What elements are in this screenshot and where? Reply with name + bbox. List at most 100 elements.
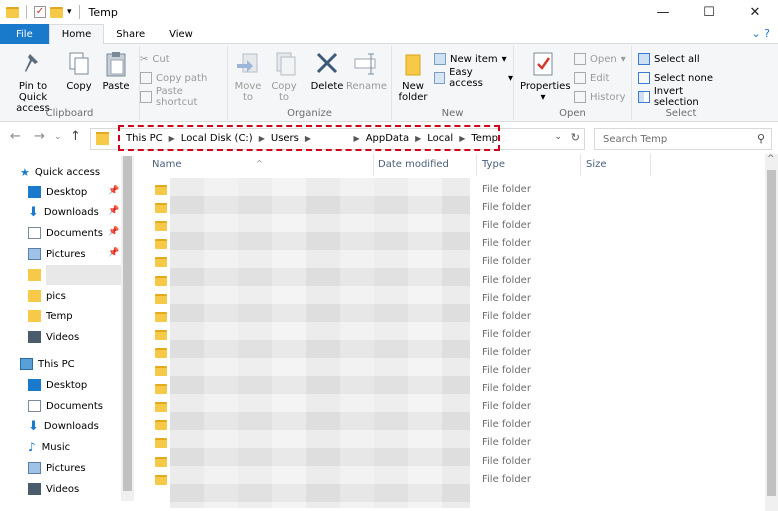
nav-redacted-folder[interactable] bbox=[28, 265, 134, 285]
nav-pc-downloads[interactable]: ⬇ Downloads bbox=[28, 416, 134, 436]
delete-button[interactable]: Delete bbox=[310, 50, 344, 92]
nav-scrollbar[interactable] bbox=[121, 156, 134, 501]
address-dropdown-icon[interactable]: ⌄ bbox=[554, 132, 562, 142]
crumb-arrow-icon[interactable]: ▶ bbox=[305, 134, 311, 143]
breadcrumb: This PC ▶ Local Disk (C:) ▶ Users ▶ ▶ AppDa… bbox=[118, 125, 500, 151]
tab-home[interactable]: Home bbox=[48, 24, 105, 45]
scroll-up-icon[interactable]: ^ bbox=[767, 154, 775, 164]
close-button[interactable]: ✕ bbox=[732, 0, 778, 24]
folder-icon bbox=[155, 293, 167, 304]
select-all-button[interactable]: Select all bbox=[638, 51, 700, 67]
folder-icon bbox=[155, 384, 167, 395]
invert-selection-button[interactable]: Invert selection bbox=[638, 86, 730, 108]
copy-button[interactable]: Copy bbox=[64, 50, 94, 92]
recent-locations-icon[interactable]: ⌄ bbox=[54, 132, 62, 142]
tab-view[interactable]: View bbox=[157, 24, 205, 44]
forward-arrow-icon[interactable]: → bbox=[34, 129, 45, 144]
column-size[interactable]: Size bbox=[586, 159, 607, 170]
rename-button[interactable]: Rename bbox=[346, 50, 387, 92]
pin-icon[interactable]: 📌 bbox=[108, 206, 119, 216]
search-icon: ⚲ bbox=[756, 132, 765, 145]
folder-icon bbox=[155, 203, 167, 214]
nav-quick-access[interactable]: ★ Quick access bbox=[20, 162, 134, 182]
new-folder-quick-icon[interactable] bbox=[50, 6, 63, 18]
properties-button[interactable]: Properties ▾ bbox=[520, 50, 571, 103]
file-list-scroll-thumb[interactable] bbox=[767, 170, 776, 496]
sort-up-icon: ^ bbox=[256, 159, 263, 168]
back-arrow-icon[interactable]: ← bbox=[10, 129, 21, 144]
star-icon: ★ bbox=[20, 165, 30, 179]
row-type: File folder bbox=[482, 328, 531, 340]
nav-pc-music[interactable]: ♪ Music bbox=[28, 437, 134, 457]
folder-icon bbox=[155, 420, 167, 431]
copy-path-button[interactable]: Copy path bbox=[140, 70, 207, 86]
paste-button[interactable]: Paste bbox=[100, 50, 132, 92]
pin-quick-access-button[interactable]: Pin to Quick access bbox=[4, 50, 62, 114]
nav-pc-desktop[interactable]: Desktop bbox=[28, 375, 134, 395]
folder-icon bbox=[155, 438, 167, 449]
row-type: File folder bbox=[482, 419, 531, 431]
open-group: Properties ▾ Open ▾ Edit History Open bbox=[514, 46, 632, 120]
up-arrow-icon[interactable]: ↑ bbox=[70, 129, 81, 144]
cut-button[interactable]: ✂ Cut bbox=[140, 51, 170, 67]
column-type[interactable]: Type bbox=[482, 159, 505, 170]
folder-icon bbox=[155, 221, 167, 232]
crumb-local[interactable]: Local bbox=[427, 133, 453, 144]
easy-access-button[interactable]: Easy access ▾ bbox=[434, 67, 513, 89]
tab-file[interactable]: File bbox=[0, 24, 49, 44]
new-folder-button[interactable]: New folder bbox=[396, 50, 430, 103]
edit-button[interactable]: Edit bbox=[574, 70, 609, 86]
organize-label: Organize bbox=[287, 108, 332, 119]
select-none-button[interactable]: Select none bbox=[638, 70, 713, 86]
pin-icon[interactable]: 📌 bbox=[108, 248, 119, 258]
customize-toolbar-icon[interactable]: ▾ bbox=[67, 7, 72, 17]
crumb-arrow-icon[interactable]: ▶ bbox=[415, 134, 421, 143]
history-button[interactable]: History bbox=[574, 89, 626, 105]
crumb-temp[interactable]: Temp bbox=[471, 133, 498, 144]
open-label: Open bbox=[559, 108, 586, 119]
search-input[interactable]: Search Temp ⚲ bbox=[594, 128, 772, 150]
crumb-arrow-icon[interactable]: ▶ bbox=[354, 134, 360, 143]
crumb-this-pc[interactable]: This PC bbox=[126, 133, 163, 144]
pin-icon[interactable]: 📌 bbox=[108, 227, 119, 237]
folder-icon bbox=[155, 347, 167, 358]
download-arrow-icon: ⬇ bbox=[28, 204, 39, 220]
pin-icon[interactable]: 📌 bbox=[108, 186, 119, 196]
refresh-icon[interactable]: ↻ bbox=[571, 131, 580, 144]
nav-pc-videos[interactable]: Videos bbox=[28, 479, 134, 499]
crumb-users[interactable]: Users bbox=[271, 133, 299, 144]
crumb-arrow-icon[interactable]: ▶ bbox=[259, 134, 265, 143]
column-date-modified[interactable]: Date modified bbox=[378, 159, 449, 170]
crumb-arrow-icon[interactable]: ▶ bbox=[459, 134, 465, 143]
nav-temp[interactable]: Temp bbox=[28, 306, 134, 326]
file-list-scrollbar[interactable]: ^ bbox=[765, 154, 778, 511]
copy-to-button[interactable]: Copy to bbox=[268, 50, 300, 103]
select-label: Select bbox=[665, 108, 697, 119]
column-name[interactable]: Name bbox=[152, 159, 182, 170]
nav-scroll-thumb[interactable] bbox=[123, 156, 132, 491]
nav-videos-qa[interactable]: Videos bbox=[28, 327, 134, 347]
row-type: File folder bbox=[482, 274, 531, 286]
row-type: File folder bbox=[482, 292, 531, 304]
navigation-pane: ★ Quick access Desktop 📌 ⬇ Downloads 📌 Doc… bbox=[0, 156, 134, 501]
open-button[interactable]: Open ▾ bbox=[574, 51, 626, 67]
crumb-appdata[interactable]: AppData bbox=[366, 133, 409, 144]
help-icon[interactable]: ⌄ ? bbox=[751, 27, 770, 40]
nav-pc-pictures[interactable]: Pictures bbox=[28, 458, 134, 478]
new-item-button[interactable]: New item ▾ bbox=[434, 51, 507, 67]
maximize-button[interactable]: ☐ bbox=[686, 0, 732, 24]
row-type: File folder bbox=[482, 401, 531, 413]
ribbon: Pin to Quick access Copy Paste Clipboard… bbox=[0, 44, 778, 122]
move-to-button[interactable]: Move to bbox=[232, 50, 264, 103]
open-icon bbox=[574, 53, 586, 65]
minimize-button[interactable]: — bbox=[640, 0, 686, 24]
nav-pics[interactable]: pics bbox=[28, 286, 134, 306]
nav-pc-documents[interactable]: Documents bbox=[28, 396, 134, 416]
nav-this-pc[interactable]: This PC bbox=[20, 354, 134, 374]
crumb-arrow-icon[interactable]: ▶ bbox=[169, 134, 175, 143]
tab-share[interactable]: Share bbox=[104, 24, 157, 44]
properties-quick-icon[interactable]: ✓ bbox=[34, 6, 46, 18]
crumb-local-disk[interactable]: Local Disk (C:) bbox=[181, 133, 253, 144]
paste-shortcut-button[interactable]: Paste shortcut bbox=[140, 86, 227, 108]
folder-icon bbox=[155, 257, 167, 268]
